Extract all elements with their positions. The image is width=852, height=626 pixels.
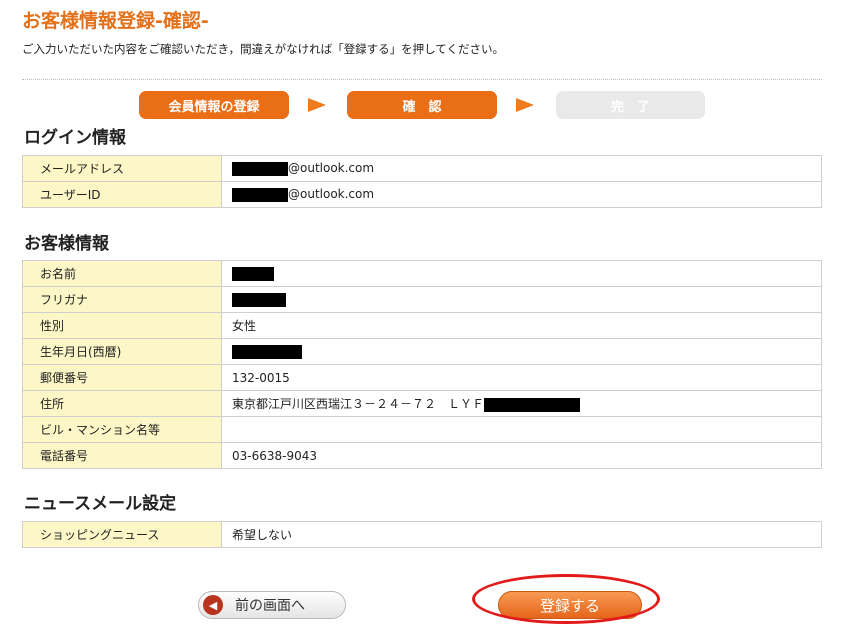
back-button[interactable]: ◀ 前の画面へ <box>198 591 346 619</box>
birthdate-value <box>221 338 822 365</box>
table-row: 生年月日(西暦) <box>22 338 822 365</box>
step-arrow-icon <box>308 98 326 112</box>
phone-value: 03-6638-9043 <box>221 442 822 469</box>
step-complete: 完 了 <box>556 91 705 119</box>
login-info-table: メールアドレス @outlook.com ユーザーID @outlook.com <box>22 155 822 208</box>
customer-section-heading: お客様情報 <box>24 234 109 254</box>
back-button-label: 前の画面へ <box>235 598 305 614</box>
furigana-value <box>221 286 822 313</box>
news-settings-table: ショッピングニュース 希望しない <box>22 521 822 548</box>
address-label: 住所 <box>22 390 222 417</box>
shopping-news-value: 希望しない <box>221 521 822 548</box>
building-label: ビル・マンション名等 <box>22 416 222 443</box>
table-row: フリガナ <box>22 286 822 313</box>
redaction-mask <box>232 292 286 307</box>
gender-label: 性別 <box>22 312 222 339</box>
intro-text: ご入力いただいた内容をご確認いただき，間違えがなければ「登録する」を押してくださ… <box>22 42 504 56</box>
table-row: 住所 東京都江戸川区西瑞江３－２４－７２ ＬＹＦ <box>22 390 822 417</box>
redaction-mask <box>232 161 288 176</box>
redaction-mask <box>232 187 288 202</box>
table-row: メールアドレス @outlook.com <box>22 155 822 182</box>
highlight-circle <box>472 574 660 624</box>
back-arrow-icon: ◀ <box>203 595 223 615</box>
table-row: お名前 <box>22 260 822 287</box>
building-value <box>221 416 822 443</box>
login-section-heading: ログイン情報 <box>24 128 126 148</box>
step-confirm: 確 認 <box>347 91 497 119</box>
news-section-heading: ニュースメール設定 <box>24 494 177 514</box>
email-value: @outlook.com <box>221 155 822 182</box>
address-value: 東京都江戸川区西瑞江３－２４－７２ ＬＹＦ <box>221 390 822 417</box>
gender-value: 女性 <box>221 312 822 339</box>
step-arrow-icon <box>516 98 534 112</box>
furigana-label: フリガナ <box>22 286 222 313</box>
redaction-mask <box>232 266 274 281</box>
table-row: 性別 女性 <box>22 312 822 339</box>
step-register-info: 会員情報の登録 <box>139 91 289 119</box>
name-label: お名前 <box>22 260 222 287</box>
redaction-mask <box>232 344 302 359</box>
shopping-news-label: ショッピングニュース <box>22 521 222 548</box>
table-row: 電話番号 03-6638-9043 <box>22 442 822 469</box>
table-row: ショッピングニュース 希望しない <box>22 521 822 548</box>
postal-code-label: 郵便番号 <box>22 364 222 391</box>
name-value <box>221 260 822 287</box>
phone-label: 電話番号 <box>22 442 222 469</box>
divider <box>22 79 822 80</box>
table-row: ビル・マンション名等 <box>22 416 822 443</box>
table-row: ユーザーID @outlook.com <box>22 181 822 208</box>
redaction-mask <box>484 397 581 412</box>
page-title: お客様情報登録-確認- <box>22 10 209 32</box>
user-id-value: @outlook.com <box>221 181 822 208</box>
user-id-label: ユーザーID <box>22 181 222 208</box>
postal-code-value: 132-0015 <box>221 364 822 391</box>
table-row: 郵便番号 132-0015 <box>22 364 822 391</box>
customer-info-table: お名前 フリガナ 性別 女性 生年月日(西暦) 郵便番号 132-0015 住所… <box>22 260 822 469</box>
email-label: メールアドレス <box>22 155 222 182</box>
birthdate-label: 生年月日(西暦) <box>22 338 222 365</box>
